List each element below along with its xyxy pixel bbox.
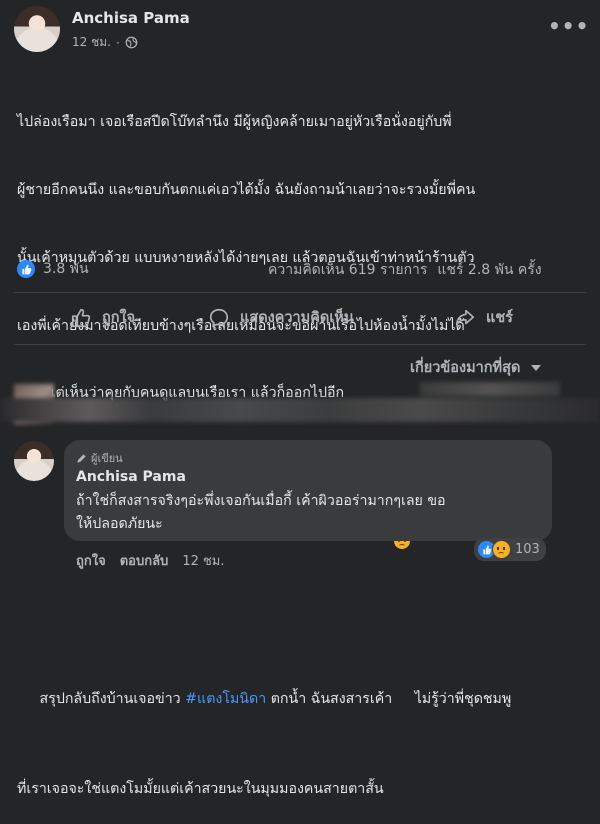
comment-actions: ถูกใจ ตอบกลับ 12 ชม. — [76, 550, 225, 571]
comment-author-name[interactable]: Anchisa Pama — [76, 469, 186, 485]
post-author-avatar[interactable] — [14, 6, 60, 52]
post-text-line: ที่เราเจอจะใช่แตงโมมั้ยแต่เค้าสวยนะในมุม… — [17, 781, 384, 798]
comment-button-label: แสดงความคิดเห็น — [240, 310, 354, 326]
comment-button[interactable]: แสดงความคิดเห็น — [208, 306, 354, 329]
reaction-summary[interactable]: 3.8 พัน — [17, 258, 89, 280]
globe-icon — [125, 36, 138, 49]
obscured-comment — [0, 378, 600, 430]
comment-reaction-count: 103 — [515, 542, 540, 557]
like-button[interactable]: ถูกใจ — [70, 306, 135, 329]
hashtag-link[interactable]: #แตงโมนิดา — [185, 691, 266, 707]
share-button-label: แชร์ — [486, 310, 513, 326]
post-time[interactable]: 12 ชม. — [72, 33, 111, 52]
divider — [14, 292, 586, 293]
share-count[interactable]: แชร์ 2.8 พัน ครั้ง — [437, 259, 541, 281]
pencil-icon — [77, 453, 86, 463]
sad-reaction-icon — [492, 540, 511, 559]
chevron-down-icon — [531, 364, 542, 371]
author-badge: ผู้เขียน — [76, 449, 123, 467]
comment-reactions-badge[interactable]: 103 — [474, 538, 546, 561]
post-meta: 12 ชม. · — [72, 33, 138, 52]
reaction-count: 3.8 พัน — [43, 261, 89, 277]
comment-text-line: ถ้าใช่ก็สงสารจริงๆอ่ะพึ่งเจอกันเมื่อกี้ … — [76, 493, 446, 509]
comment-sort-dropdown[interactable]: เกี่ยวข้องมากที่สุด — [410, 356, 542, 379]
thumbs-up-icon — [71, 308, 91, 327]
author-badge-label: ผู้เขียน — [91, 452, 123, 465]
comment-count[interactable]: ความคิดเห็น 619 รายการ — [268, 259, 427, 281]
comment-text-line: ให้ปลอดภัยนะ — [76, 515, 163, 532]
comment-time[interactable]: 12 ชม. — [182, 550, 224, 571]
like-reaction-icon — [17, 260, 35, 278]
post-text-segment: ตกน้ำ ฉันสงสารเค้า — [266, 691, 393, 708]
post-text-line: ไปล่องเรือมา เจอเรือสปีดโบ๊ทลำนึง มีผู้ห… — [17, 114, 452, 131]
sort-label: เกี่ยวข้องมากที่สุด — [410, 360, 521, 376]
comment-text: ถ้าใช่ก็สงสารจริงๆอ่ะพึ่งเจอกันเมื่อกี้ … — [76, 490, 546, 535]
dot-separator: · — [115, 35, 120, 50]
post-text-line: ผู้ชายอีกคนนึง และขอบกันตกแค่เอวได้มั้ง … — [17, 181, 476, 198]
post-author-name[interactable]: Anchisa Pama — [72, 9, 190, 27]
comment-bubble-icon — [209, 308, 229, 327]
post-text-segment: สรุปกลับถึงบ้านเจอข่าว — [35, 691, 186, 708]
more-options-icon[interactable]: ••• — [548, 14, 589, 38]
post-text-segment: ไม่รู้ว่าพี่ชุดชมพู — [410, 691, 512, 708]
comment-like-button[interactable]: ถูกใจ — [76, 550, 106, 571]
share-arrow-icon — [455, 309, 475, 325]
comment-share-counts: ความคิดเห็น 619 รายการ แชร์ 2.8 พัน ครั้… — [268, 259, 542, 281]
like-button-label: ถูกใจ — [102, 310, 136, 326]
comment-reply-button[interactable]: ตอบกลับ — [120, 550, 169, 571]
comment-author-avatar[interactable] — [14, 441, 54, 481]
share-button[interactable]: แชร์ — [454, 306, 513, 329]
divider — [14, 344, 586, 345]
